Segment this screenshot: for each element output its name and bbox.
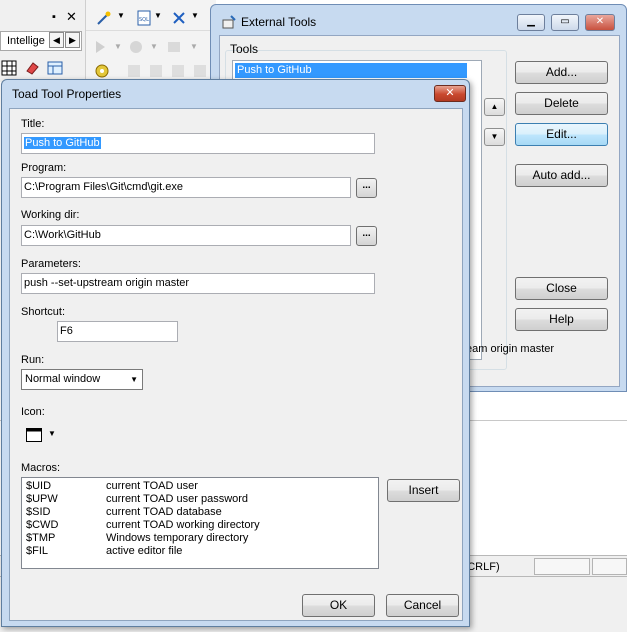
shortcut-label: Shortcut: (21, 306, 66, 318)
svg-text:SQL: SQL (139, 17, 149, 23)
working-dir-input[interactable]: C:\Work\GitHub (21, 225, 351, 246)
cancel-button[interactable]: Cancel (386, 594, 459, 617)
add-button[interactable]: Add... (515, 61, 608, 84)
close-panel-icon[interactable]: ✕ (66, 9, 77, 25)
macro-description: Windows temporary directory (106, 532, 249, 544)
chevron-down-icon: ▼ (48, 429, 56, 438)
run-label: Run: (21, 354, 45, 366)
dialog-close-button[interactable]: ✕ (434, 85, 466, 102)
delete-button[interactable]: Delete (515, 92, 608, 115)
dropdown-arrow-icon: ▼ (190, 42, 198, 51)
background-toolbar: ▼ SQL ▼ ▼ ▼ ▼ ▼ (86, 0, 216, 82)
table-icon[interactable] (47, 60, 63, 76)
title-label: Title: (21, 118, 45, 130)
dialog-client: Title: Push to GitHub Program: C:\Progra… (9, 108, 463, 621)
macro-name: $FIL (26, 545, 49, 557)
insert-button[interactable]: Insert (387, 479, 460, 502)
macro-name: $UID (26, 480, 52, 492)
macro-description: current TOAD database (106, 506, 222, 518)
shortcut-input-value: F6 (60, 325, 73, 337)
delete-icon[interactable] (171, 10, 187, 26)
working-dir-browse-button[interactable]: ... (356, 226, 377, 246)
parameters-label: Parameters: (21, 258, 81, 270)
icon-picker[interactable]: ▼ (26, 427, 60, 443)
macro-name: $SID (26, 506, 51, 518)
grid-icon[interactable] (1, 60, 17, 76)
gear-icon[interactable] (94, 63, 110, 79)
working-dir-input-value: C:\Work\GitHub (24, 229, 101, 241)
dropdown-arrow-icon[interactable]: ▼ (154, 11, 162, 20)
working-dir-label: Working dir: (21, 209, 80, 221)
program-input-value: C:\Program Files\Git\cmd\git.exe (24, 181, 183, 193)
maximize-button[interactable]: ▭ (551, 14, 579, 31)
status-cell (534, 558, 590, 575)
disabled-toolbar-icon (194, 65, 206, 77)
run-mode-select[interactable]: Normal window ▼ (21, 369, 143, 390)
program-browse-button[interactable]: ... (356, 178, 377, 198)
move-down-button[interactable]: ▼ (484, 128, 505, 146)
move-up-button[interactable]: ▲ (484, 98, 505, 116)
eraser-icon[interactable] (24, 60, 40, 76)
nav-left-button[interactable]: ◀ (49, 32, 64, 48)
macro-description: active editor file (106, 545, 183, 557)
macro-description: current TOAD working directory (106, 519, 260, 531)
status-cell (592, 558, 627, 575)
tools-app-icon (222, 15, 236, 29)
help-button[interactable]: Help (515, 308, 608, 331)
title-input[interactable]: Push to GitHub (21, 133, 375, 154)
ok-button[interactable]: OK (302, 594, 375, 617)
parameters-input[interactable]: push --set-upstream origin master (21, 273, 375, 294)
intellisense-combo-text: Intellige (7, 35, 45, 47)
nav-right-button[interactable]: ▶ (65, 32, 80, 48)
auto-add-button[interactable]: Auto add... (515, 164, 608, 187)
tools-label: Tools (230, 42, 259, 56)
shortcut-input[interactable]: F6 (57, 321, 178, 342)
dropdown-arrow-icon[interactable]: ▼ (191, 11, 199, 20)
icon-label: Icon: (21, 406, 45, 418)
window-icon (26, 428, 42, 442)
disabled-step-icon (130, 41, 142, 53)
disabled-toolbar-icon (150, 65, 162, 77)
dropdown-arrow-icon: ▼ (150, 42, 158, 51)
disabled-run-icon (96, 41, 105, 53)
nav-arrows: ◀ ▶ (49, 32, 82, 49)
macro-name: $UPW (26, 493, 58, 505)
background-icon-row (0, 59, 84, 79)
background-navigator-panel: ▪ ✕ Intellige ◀ ▶ (0, 0, 86, 82)
macros-label: Macros: (21, 462, 61, 474)
tool-properties-dialog: Toad Tool Properties ✕ Title: Push to Gi… (1, 79, 470, 627)
parameters-input-value: push --set-upstream origin master (24, 277, 190, 289)
sql-file-icon[interactable]: SQL (136, 10, 152, 26)
pin-icon[interactable]: ▪ (52, 11, 56, 23)
close-button[interactable]: Close (515, 277, 608, 300)
parameters-preview: eam origin master (466, 343, 555, 355)
dropdown-arrow-icon: ▼ (114, 42, 122, 51)
macro-name: $CWD (26, 519, 59, 531)
macros-list[interactable]: $UID current TOAD user $UPW current TOAD… (21, 477, 379, 569)
disabled-format-icon (168, 42, 180, 52)
edit-button[interactable]: Edit... (515, 123, 608, 146)
program-input[interactable]: C:\Program Files\Git\cmd\git.exe (21, 177, 351, 198)
disabled-toolbar-icon (172, 65, 184, 77)
minimize-button[interactable]: ▁ (517, 14, 545, 31)
macro-name: $TMP (26, 532, 56, 544)
external-tools-title: External Tools (241, 15, 317, 29)
title-input-value: Push to GitHub (24, 137, 101, 149)
chevron-down-icon: ▼ (130, 375, 138, 384)
program-label: Program: (21, 162, 67, 174)
wand-icon[interactable] (96, 10, 112, 26)
dialog-title: Toad Tool Properties (12, 87, 122, 101)
run-mode-value: Normal window (25, 373, 101, 385)
close-window-button[interactable]: ✕ (585, 14, 615, 31)
macro-description: current TOAD user (106, 480, 198, 492)
macro-description: current TOAD user password (106, 493, 249, 505)
disabled-toolbar-icon (128, 65, 140, 77)
dropdown-arrow-icon[interactable]: ▼ (117, 11, 125, 20)
tools-list-item[interactable]: Push to GitHub (235, 63, 467, 78)
